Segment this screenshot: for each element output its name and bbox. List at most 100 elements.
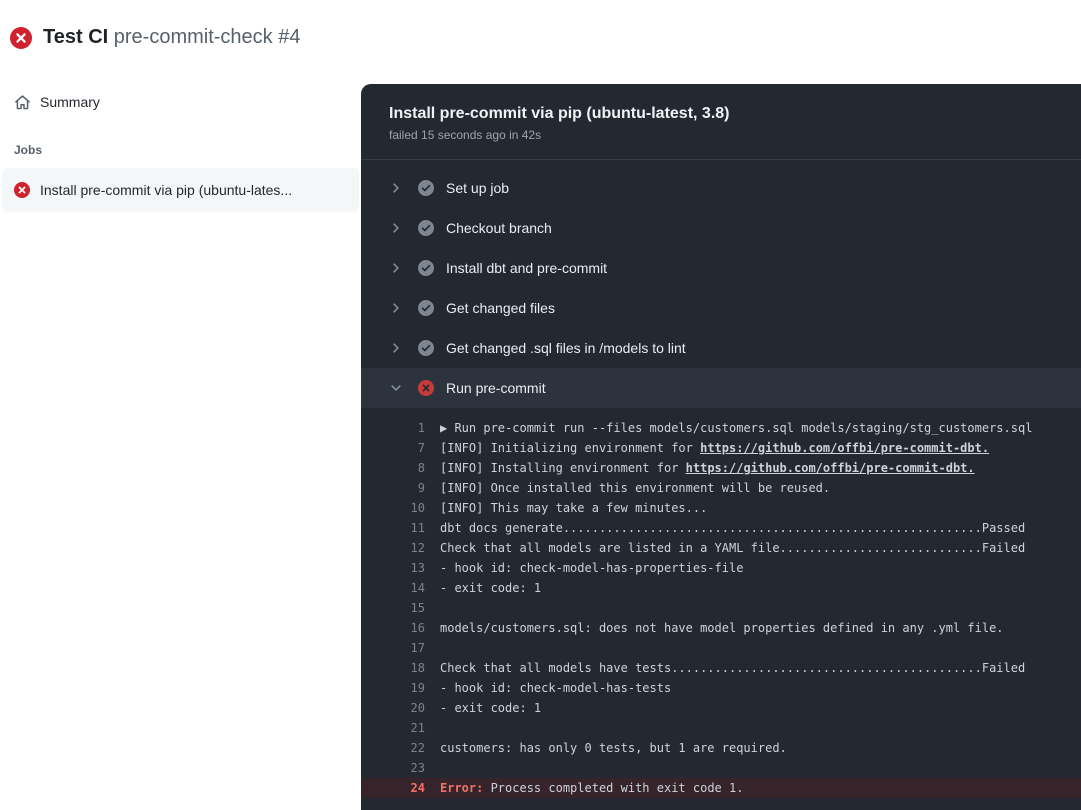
log-lines: 1 ▶ Run pre-commit run --files models/cu… [361, 408, 1081, 798]
step-row[interactable]: Get changed files [361, 288, 1081, 328]
command-arrow-icon: ▶ [440, 421, 454, 435]
log-line-text: [INFO] Initializing environment for http… [440, 438, 989, 458]
log-text-segment: [INFO] This may take a few minutes... [440, 501, 707, 515]
log-line-text: ▶ Run pre-commit run --files models/cust… [440, 418, 1032, 438]
panel-header: Install pre-commit via pip (ubuntu-lates… [361, 84, 1081, 160]
step-label: Run pre-commit [446, 380, 546, 396]
log-line-number[interactable]: 7 [361, 438, 425, 458]
log-line-number[interactable]: 12 [361, 538, 425, 558]
run-failed-icon [10, 27, 32, 49]
chevron-right-icon [389, 261, 403, 275]
log-line-number[interactable]: 16 [361, 618, 425, 638]
log-line-number[interactable]: 8 [361, 458, 425, 478]
job-status-summary: failed 15 seconds ago in 42s [389, 128, 1053, 142]
log-line: 16 models/customers.sql: does not have m… [361, 618, 1081, 638]
log-text-segment: - exit code: 1 [440, 701, 541, 715]
job-title: Install pre-commit via pip (ubuntu-lates… [389, 104, 1053, 124]
log-line-text: models/customers.sql: does not have mode… [440, 618, 1004, 638]
log-line: 1 ▶ Run pre-commit run --files models/cu… [361, 418, 1081, 438]
log-line-text: [INFO] Once installed this environment w… [440, 478, 830, 498]
log-text-segment: dbt docs generate.......................… [440, 521, 982, 535]
log-line-number[interactable]: 24 [361, 778, 425, 798]
log-line: 21 [361, 718, 1081, 738]
chevron-right-icon [389, 341, 403, 355]
step-row[interactable]: Run pre-commit [361, 368, 1081, 408]
log-line-text: Error: Process completed with exit code … [440, 778, 743, 798]
log-line-number[interactable]: 1 [361, 418, 425, 438]
log-line-number[interactable]: 9 [361, 478, 425, 498]
log-line-number[interactable]: 22 [361, 738, 425, 758]
sidebar-job-item-selected[interactable]: Install pre-commit via pip (ubuntu-lates… [2, 168, 359, 212]
log-text-segment: Passed [982, 521, 1025, 535]
log-line-number[interactable]: 19 [361, 678, 425, 698]
log-text-segment: Failed [982, 661, 1025, 675]
run-header: Test CI pre-commit-check #4 [10, 26, 300, 49]
log-text-segment: Check that all models are listed in a YA… [440, 541, 982, 555]
log-text-segment: - exit code: 1 [440, 581, 541, 595]
step-row[interactable]: Install dbt and pre-commit [361, 248, 1081, 288]
log-line: 12 Check that all models are listed in a… [361, 538, 1081, 558]
log-line-text: Check that all models are listed in a YA… [440, 538, 1025, 558]
step-row[interactable]: Checkout branch [361, 208, 1081, 248]
log-line-number[interactable]: 15 [361, 598, 425, 618]
log-line-number[interactable]: 17 [361, 638, 425, 658]
log-line: 15 [361, 598, 1081, 618]
log-line-text: [INFO] Installing environment for https:… [440, 458, 975, 478]
log-line-number[interactable]: 18 [361, 658, 425, 678]
x-circle-icon [14, 182, 30, 198]
step-label: Install dbt and pre-commit [446, 260, 607, 276]
check-circle-icon [418, 180, 434, 196]
log-line-text: - exit code: 1 [440, 578, 541, 598]
log-text-segment: - hook id: check-model-has-properties-fi… [440, 561, 743, 575]
log-text-segment: [INFO] Installing environment for [440, 461, 686, 475]
home-icon [14, 94, 31, 111]
log-line: 13 - hook id: check-model-has-properties… [361, 558, 1081, 578]
chevron-down-icon [389, 381, 403, 395]
log-line-number[interactable]: 20 [361, 698, 425, 718]
log-line: 20 - exit code: 1 [361, 698, 1081, 718]
log-line-text: Check that all models have tests........… [440, 658, 1025, 678]
job-label: Install pre-commit via pip (ubuntu-lates… [40, 182, 292, 198]
log-line-number[interactable]: 21 [361, 718, 425, 738]
log-text-segment: models/customers.sql: does not have mode… [440, 621, 1004, 635]
log-line: 10 [INFO] This may take a few minutes... [361, 498, 1081, 518]
log-line: 24 Error: Process completed with exit co… [361, 778, 1081, 798]
log-text-segment: [INFO] Initializing environment for [440, 441, 700, 455]
chevron-right-icon [389, 301, 403, 315]
log-line: 23 [361, 758, 1081, 778]
log-line-number[interactable]: 10 [361, 498, 425, 518]
log-line-text: customers: has only 0 tests, but 1 are r… [440, 738, 787, 758]
log-link[interactable]: https://github.com/offbi/pre-commit-dbt. [686, 461, 975, 475]
step-label: Set up job [446, 180, 509, 196]
log-text-segment: Failed [982, 541, 1025, 555]
check-circle-icon [418, 300, 434, 316]
log-line-number[interactable]: 13 [361, 558, 425, 578]
log-line: 18 Check that all models have tests.....… [361, 658, 1081, 678]
log-line: 9 [INFO] Once installed this environment… [361, 478, 1081, 498]
log-line-number[interactable]: 23 [361, 758, 425, 778]
step-label: Get changed .sql files in /models to lin… [446, 340, 686, 356]
log-line-text: - exit code: 1 [440, 698, 541, 718]
log-line-number[interactable]: 14 [361, 578, 425, 598]
check-circle-icon [418, 340, 434, 356]
log-line-text: dbt docs generate.......................… [440, 518, 1025, 538]
check-circle-icon [418, 260, 434, 276]
step-row[interactable]: Set up job [361, 168, 1081, 208]
run-name: pre-commit-check #4 [114, 26, 301, 48]
log-line-text: - hook id: check-model-has-tests [440, 678, 671, 698]
log-link[interactable]: https://github.com/offbi/pre-commit-dbt. [700, 441, 989, 455]
x-circle-icon [418, 380, 434, 396]
log-line-text: - hook id: check-model-has-properties-fi… [440, 558, 743, 578]
workflow-name: Test CI [43, 26, 108, 48]
sidebar-item-summary[interactable]: Summary [0, 84, 361, 120]
log-text-segment: Check that all models have tests........… [440, 661, 982, 675]
page-title: Test CI pre-commit-check #4 [43, 26, 300, 49]
log-line-number[interactable]: 11 [361, 518, 425, 538]
chevron-right-icon [389, 221, 403, 235]
log-text-segment: Run pre-commit run --files models/custom… [454, 421, 1032, 435]
summary-label: Summary [40, 94, 100, 110]
log-text-segment: Process completed with exit code 1. [491, 781, 744, 795]
step-row[interactable]: Get changed .sql files in /models to lin… [361, 328, 1081, 368]
log-text-segment: Error: [440, 781, 491, 795]
log-text-segment: customers: has only 0 tests, but 1 are r… [440, 741, 787, 755]
